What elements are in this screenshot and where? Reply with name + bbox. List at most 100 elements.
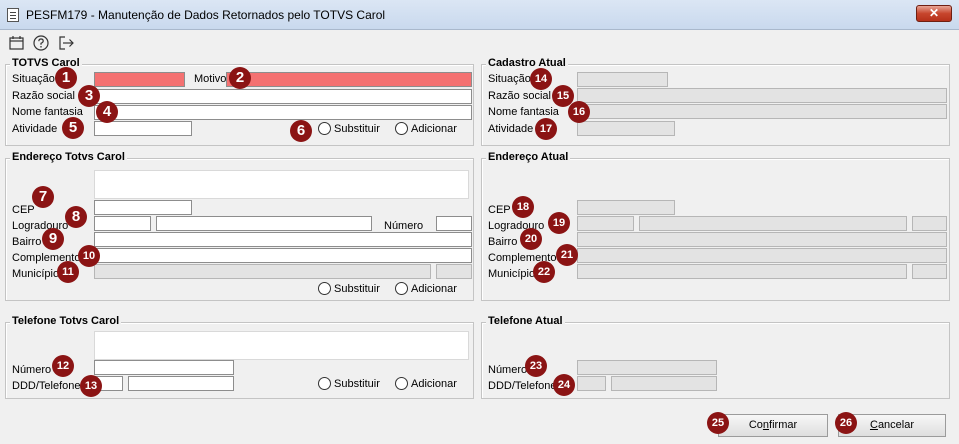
close-button[interactable]: ✕	[916, 5, 952, 22]
complemento-atual-field	[577, 248, 947, 263]
situacao-label: Situação	[12, 73, 55, 85]
razao-social-label: Razão social	[12, 90, 75, 102]
marker-3: 3	[78, 85, 100, 107]
marker-7: 7	[32, 186, 54, 208]
cep-field[interactable]	[94, 200, 192, 215]
window-title: PESFM179 - Manutenção de Dados Retornado…	[26, 8, 386, 22]
municipio-uf-field	[436, 264, 472, 279]
cadastro-atual-legend: Cadastro Atual	[486, 57, 568, 69]
logradouro-tipo-field[interactable]	[94, 216, 151, 231]
telefone-carol-legend: Telefone Totvs Carol	[10, 315, 122, 327]
marker-2: 2	[229, 67, 251, 89]
adicionar-label: Adicionar	[411, 123, 457, 135]
marker-9: 9	[42, 228, 64, 250]
municipio-label: Município	[12, 268, 60, 280]
atividade-atual-label: Atividade	[488, 123, 534, 135]
bairro-label: Bairro	[12, 236, 42, 248]
telefone-numero-field[interactable]	[94, 360, 234, 375]
cep-atual-label: CEP	[488, 204, 511, 216]
substituir-radio[interactable]	[318, 122, 331, 135]
nome-fantasia-atual-field	[577, 104, 947, 119]
nome-fantasia-atual-label: Nome fantasia	[488, 106, 559, 118]
telefone-numero-atual-label: Número	[488, 364, 528, 376]
marker-14: 14	[530, 68, 552, 90]
marker-11: 11	[57, 261, 79, 283]
marker-12: 12	[52, 355, 74, 377]
telefone-field[interactable]	[128, 376, 234, 391]
complemento-field[interactable]	[94, 248, 472, 263]
marker-24: 24	[553, 374, 575, 396]
logradouro-field[interactable]	[156, 216, 372, 231]
telefone-numero-label: Número	[12, 364, 52, 376]
numero-atual-field	[912, 216, 947, 231]
motivo-field[interactable]	[226, 72, 472, 87]
marker-21: 21	[556, 244, 578, 266]
marker-4: 4	[96, 101, 118, 123]
bairro-atual-field	[577, 232, 947, 247]
bairro-field[interactable]	[94, 232, 472, 247]
calendar-icon[interactable]	[8, 34, 26, 52]
atividade-label: Atividade	[12, 123, 58, 135]
telefone-substituir-radio[interactable]	[318, 377, 331, 390]
atividade-atual-field	[577, 121, 675, 136]
telefone-numero-atual-field	[577, 360, 717, 375]
marker-18: 18	[512, 196, 534, 218]
marker-23: 23	[525, 355, 547, 377]
razao-social-field[interactable]	[94, 89, 472, 104]
marker-13: 13	[80, 375, 102, 397]
endereco-carol-legend: Endereço Totvs Carol	[10, 151, 127, 163]
telefone-atual-legend: Telefone Atual	[486, 315, 565, 327]
marker-16: 16	[568, 101, 590, 123]
marker-25: 25	[707, 412, 729, 434]
app-document-icon	[7, 8, 19, 22]
ddd-telefone-label: DDD/Telefone	[12, 380, 81, 392]
marker-10: 10	[78, 245, 100, 267]
confirmar-button[interactable]: Confirmar	[718, 414, 828, 437]
ddd-atual-field	[577, 376, 606, 391]
marker-20: 20	[520, 228, 542, 250]
logradouro-tipo-atual-field	[577, 216, 634, 231]
adicionar-radio[interactable]	[395, 122, 408, 135]
endereco-adicionar-label: Adicionar	[411, 283, 457, 295]
nome-fantasia-field[interactable]	[94, 105, 472, 120]
municipio-atual-label: Município	[488, 268, 536, 280]
marker-19: 19	[548, 212, 570, 234]
exit-icon[interactable]	[57, 34, 75, 52]
marker-17: 17	[535, 118, 557, 140]
endereco-atual-legend: Endereço Atual	[486, 151, 571, 163]
endereco-substituir-label: Substituir	[334, 283, 380, 295]
telefone-atual-field	[611, 376, 717, 391]
marker-1: 1	[55, 67, 77, 89]
municipio-atual-field	[577, 264, 907, 279]
marker-26: 26	[835, 412, 857, 434]
municipio-uf-atual-field	[912, 264, 947, 279]
municipio-field	[94, 264, 431, 279]
marker-5: 5	[62, 117, 84, 139]
telefone-substituir-label: Substituir	[334, 378, 380, 390]
endereco-substituir-radio[interactable]	[318, 282, 331, 295]
endereco-adicionar-radio[interactable]	[395, 282, 408, 295]
bairro-atual-label: Bairro	[488, 236, 518, 248]
cep-atual-field	[577, 200, 675, 215]
substituir-label: Substituir	[334, 123, 380, 135]
atividade-field[interactable]	[94, 121, 192, 136]
cep-label: CEP	[12, 204, 35, 216]
marker-8: 8	[65, 206, 87, 228]
marker-22: 22	[533, 261, 555, 283]
logradouro-atual-field	[639, 216, 907, 231]
help-icon[interactable]	[32, 34, 50, 52]
situacao-field[interactable]	[94, 72, 185, 87]
telefone-carol-info-box	[94, 331, 469, 360]
telefone-adicionar-radio[interactable]	[395, 377, 408, 390]
numero-label: Número	[384, 220, 424, 232]
razao-social-atual-label: Razão social	[488, 90, 551, 102]
razao-social-atual-field	[577, 88, 947, 103]
situacao-atual-label: Situação	[488, 73, 531, 85]
numero-field[interactable]	[436, 216, 472, 231]
marker-6: 6	[290, 120, 312, 142]
situacao-atual-field	[577, 72, 668, 87]
telefone-adicionar-label: Adicionar	[411, 378, 457, 390]
motivo-label: Motivo	[194, 73, 227, 85]
ddd-telefone-atual-label: DDD/Telefone	[488, 380, 557, 392]
endereco-carol-info-box	[94, 170, 469, 199]
